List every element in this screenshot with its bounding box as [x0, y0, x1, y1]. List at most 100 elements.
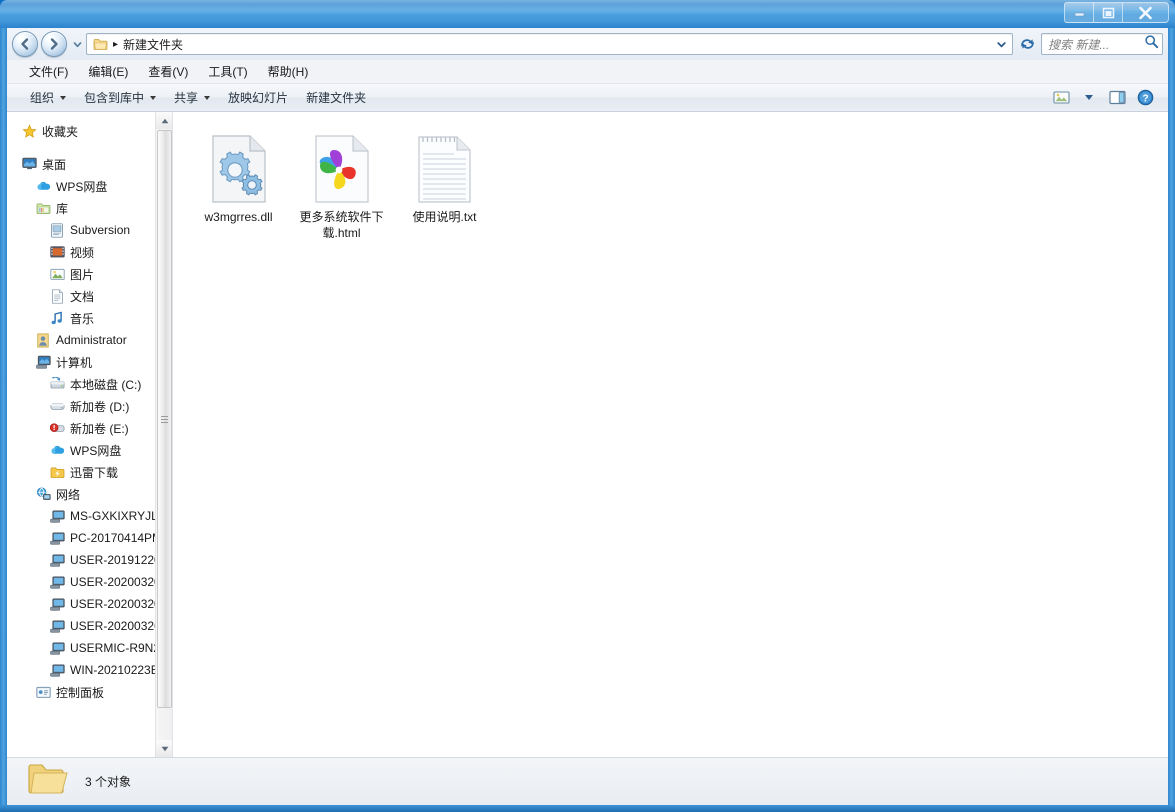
search-input[interactable]: 搜索 新建...	[1048, 36, 1144, 53]
sidebar-item-user-20191220[interactable]: USER-20191220I	[7, 549, 172, 571]
sidebar-item-desktop[interactable]: 桌面	[7, 153, 172, 175]
sidebar-item-videos[interactable]: 视频	[7, 241, 172, 263]
sidebar-label: 控制面板	[56, 685, 105, 700]
cloud-icon	[35, 178, 51, 194]
sidebar-item-music[interactable]: 音乐	[7, 307, 172, 329]
sidebar-item-control-panel[interactable]: 控制面板	[7, 681, 172, 703]
search-box[interactable]: 搜索 新建...	[1041, 33, 1163, 55]
sidebar-item-computer[interactable]: 计算机	[7, 351, 172, 373]
sidebar-item-win-20210223e[interactable]: WIN-20210223E	[7, 659, 172, 681]
sidebar-item-network[interactable]: 网络	[7, 483, 172, 505]
window-border-right	[1168, 28, 1175, 812]
sidebar-item-wps-cloud[interactable]: WPS网盘	[7, 175, 172, 197]
sidebar-item-thunder-download[interactable]: 迅雷下载	[7, 461, 172, 483]
sidebar-item-pictures[interactable]: 图片	[7, 263, 172, 285]
address-bar[interactable]: ▸ 新建文件夹	[86, 33, 1013, 55]
cmd-new-folder[interactable]: 新建文件夹	[297, 85, 375, 110]
sidebar-item-subversion[interactable]: Subversion	[7, 219, 172, 241]
recent-pages-button[interactable]	[70, 31, 84, 57]
sidebar-item-documents[interactable]: 文档	[7, 285, 172, 307]
menu-edit[interactable]: 编辑(E)	[78, 60, 138, 83]
browser-pinwheel-icon	[311, 134, 373, 204]
cmd-include-in-library[interactable]: 包含到库中	[75, 85, 165, 110]
dll-gears-icon	[208, 134, 270, 204]
sidebar-item-user-20200320b[interactable]: USER-20200320I	[7, 593, 172, 615]
sidebar-scrollbar[interactable]	[155, 112, 172, 757]
scroll-down-button[interactable]	[156, 740, 172, 757]
sidebar-item-pc-20170414pm[interactable]: PC-20170414PM	[7, 527, 172, 549]
sidebar-label: Administrator	[56, 333, 127, 347]
sidebar-item-volume-e[interactable]: 新加卷 (E:)	[7, 417, 172, 439]
sidebar-label: 本地磁盘 (C:)	[70, 377, 142, 392]
menu-help[interactable]: 帮助(H)	[258, 60, 319, 83]
sidebar-item-pc-ms-gxkixryjlv[interactable]: MS-GXKIXRYJLV	[7, 505, 172, 527]
user-icon	[35, 332, 51, 348]
menu-view[interactable]: 查看(V)	[138, 60, 198, 83]
hdd-icon	[49, 398, 65, 414]
sidebar-item-volume-d[interactable]: 新加卷 (D:)	[7, 395, 172, 417]
sidebar-label: WPS网盘	[56, 179, 108, 194]
video-icon	[49, 244, 65, 260]
sidebar-label: 网络	[56, 487, 81, 502]
sidebar-item-user-20200326[interactable]: USER-20200326Y	[7, 615, 172, 637]
explorer-window: ▸ 新建文件夹 搜索 新建... 文件(F) 编辑(E) 查看(V) 工具(T)…	[0, 0, 1175, 812]
preview-pane-icon[interactable]	[1104, 87, 1130, 109]
cmd-share[interactable]: 共享	[165, 85, 219, 110]
close-button[interactable]	[1122, 2, 1169, 23]
scrollbar-thumb[interactable]	[157, 130, 172, 708]
sidebar-label: 新加卷 (E:)	[70, 421, 129, 436]
maximize-button[interactable]	[1093, 2, 1122, 23]
pc-icon	[49, 508, 65, 524]
file-list-pane[interactable]: w3mgrres.dll 更多系统软件下载.html 使用说明.txt	[173, 112, 1168, 757]
change-view-icon[interactable]	[1048, 87, 1074, 109]
sidebar-item-favorites[interactable]: 收藏夹	[7, 120, 172, 142]
sidebar-item-usermic-r9n25[interactable]: USERMIC-R9N25	[7, 637, 172, 659]
cmd-new-folder-label: 新建文件夹	[306, 91, 367, 105]
file-item[interactable]: 使用说明.txt	[393, 130, 496, 247]
file-name: 使用说明.txt	[412, 210, 477, 224]
navigation-tree: 收藏夹 桌面 WPS网盘 库 Subversion 视频 图片 文档 音乐 Ad…	[7, 112, 172, 703]
chevron-down-icon	[161, 746, 168, 751]
window-controls	[1064, 2, 1169, 23]
file-item[interactable]: 更多系统软件下载.html	[290, 130, 393, 247]
sidebar-label: MS-GXKIXRYJLV	[70, 509, 165, 523]
window-border-left	[0, 28, 7, 812]
breadcrumb-separator[interactable]: ▸	[113, 39, 118, 50]
sidebar-label: 库	[56, 201, 69, 216]
hdd-system-icon	[49, 376, 65, 392]
minimize-button[interactable]	[1064, 2, 1093, 23]
status-bar: 3 个对象	[7, 757, 1168, 805]
documents-icon	[49, 288, 65, 304]
cmd-slideshow[interactable]: 放映幻灯片	[219, 85, 297, 110]
star-icon	[21, 123, 37, 139]
menu-bar: 文件(F) 编辑(E) 查看(V) 工具(T) 帮助(H)	[7, 60, 1168, 84]
breadcrumb-path[interactable]: 新建文件夹	[123, 36, 183, 53]
thunder-download-icon	[49, 464, 65, 480]
back-button[interactable]	[12, 31, 38, 57]
text-document-icon	[414, 134, 476, 204]
sidebar-label: USER-20191220I	[70, 553, 165, 567]
sidebar-item-libraries[interactable]: 库	[7, 197, 172, 219]
pc-icon	[49, 596, 65, 612]
search-icon[interactable]	[1144, 34, 1159, 54]
refresh-button[interactable]	[1015, 32, 1039, 56]
cmd-organize[interactable]: 组织	[21, 85, 75, 110]
cmd-slideshow-label: 放映幻灯片	[228, 91, 289, 105]
view-caret-icon[interactable]	[1076, 87, 1102, 109]
sidebar-item-administrator[interactable]: Administrator	[7, 329, 172, 351]
sidebar-item-user-20200320a[interactable]: USER-20200320.	[7, 571, 172, 593]
help-icon[interactable]: ?	[1132, 87, 1158, 109]
menu-tools[interactable]: 工具(T)	[198, 60, 257, 83]
title-bar	[0, 0, 1175, 28]
forward-button[interactable]	[41, 31, 67, 57]
client-area: ▸ 新建文件夹 搜索 新建... 文件(F) 编辑(E) 查看(V) 工具(T)…	[7, 28, 1168, 805]
sidebar-item-local-disk-c[interactable]: 本地磁盘 (C:)	[7, 373, 172, 395]
desktop-icon	[21, 156, 37, 172]
file-item[interactable]: w3mgrres.dll	[187, 130, 290, 247]
address-dropdown-button[interactable]	[993, 34, 1010, 54]
menu-file[interactable]: 文件(F)	[19, 60, 78, 83]
chevron-up-icon	[161, 118, 168, 123]
navigation-pane: 收藏夹 桌面 WPS网盘 库 Subversion 视频 图片 文档 音乐 Ad…	[7, 112, 173, 757]
sidebar-item-wps-cloud-2[interactable]: WPS网盘	[7, 439, 172, 461]
scroll-up-button[interactable]	[156, 112, 172, 129]
